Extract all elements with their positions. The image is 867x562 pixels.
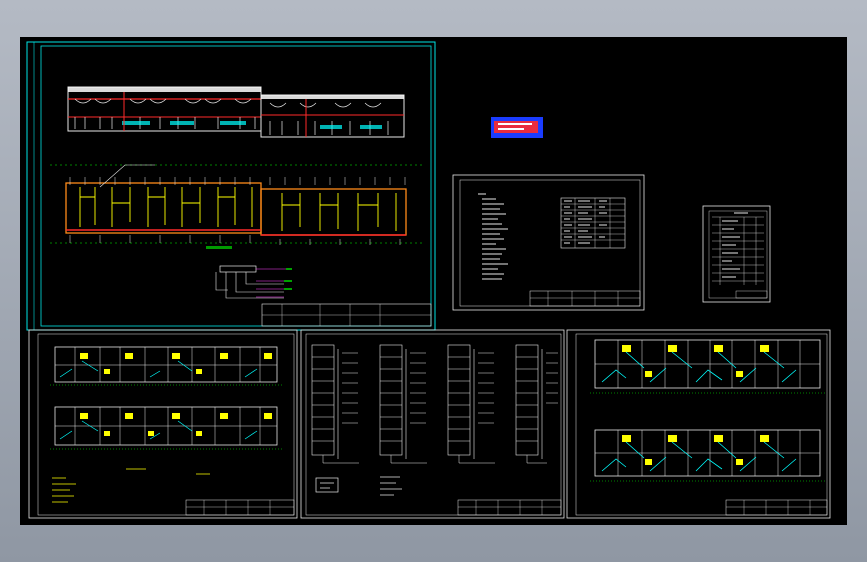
sheet-riser-diagrams[interactable] [300,329,565,519]
sheet-elevation-plan[interactable] [26,41,436,331]
riser-diagram-4 [515,344,558,459]
sheet-notes[interactable] [452,174,645,311]
title-block [261,303,432,327]
general-notes [52,468,210,503]
sheet-frame [300,329,565,519]
title-block [529,290,641,307]
unit-plan-upper [50,346,282,386]
system-diagram [215,265,292,299]
riser-diagram-1 [311,344,358,459]
title-block [735,290,768,299]
sheet-floor-plans-left[interactable] [28,329,298,519]
sheet-schedule[interactable] [702,205,771,303]
sheet-frame [566,329,831,519]
material-table [712,212,764,285]
floor-plan-electrical [50,164,425,249]
sheet-floor-plans-right[interactable] [566,329,831,519]
legend-table [560,197,626,249]
unit-plan-lower [50,406,282,450]
sheet-frame [26,41,436,331]
unit-plan-lower [590,429,825,482]
cad-model-space[interactable] [20,37,847,525]
title-block [185,499,295,516]
design-notes [478,193,508,280]
unit-plan-upper [590,339,825,394]
cad-drawing-canvas[interactable] [20,37,847,525]
stamp-icon [491,117,543,138]
title-block [725,499,828,516]
building-elevation [67,86,405,138]
riser-legend [315,476,402,496]
sheet-frame [452,174,645,311]
title-block [457,499,562,516]
riser-diagram-2 [379,344,426,459]
sheet-frame [702,205,771,303]
riser-diagram-3 [447,344,494,459]
